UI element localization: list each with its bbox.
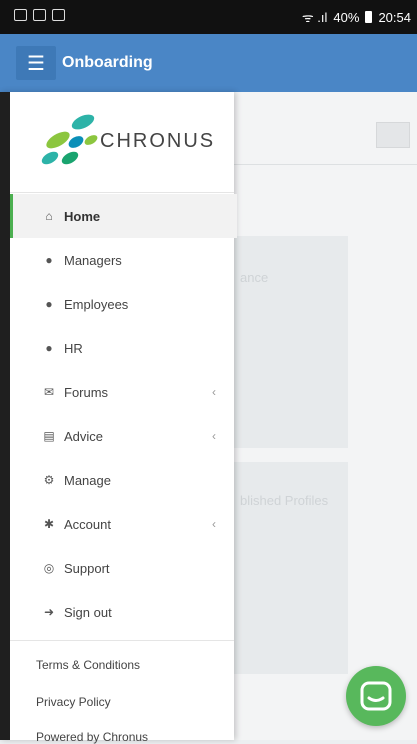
terms-link[interactable]: Terms & Conditions [36, 658, 140, 672]
background-dropdown-button[interactable] [376, 122, 410, 148]
logo-area: CHRONUS [10, 92, 234, 193]
nav-label: Support [64, 560, 110, 576]
battery-icon [365, 11, 373, 23]
background-card-text: blished Profiles [240, 493, 329, 508]
user-icon: ● [45, 341, 53, 355]
nav-item-sign-out[interactable]: ➜ Sign out [10, 590, 234, 634]
nav-label: Advice [64, 428, 104, 444]
comments-icon: ✉ [43, 385, 55, 399]
notification-icons [14, 9, 65, 21]
menu-button[interactable]: ☰ [16, 46, 56, 80]
logo-text: CHRONUS [100, 130, 216, 152]
user-icon: ● [45, 297, 53, 311]
gallery-icon [14, 9, 27, 21]
chronus-logo-icon [41, 114, 98, 165]
nav-label: Home [64, 208, 101, 224]
lifebuoy-icon: ◎ [43, 561, 55, 575]
cogs-icon: ⚙ [43, 473, 55, 487]
battery-percent: 40% [333, 9, 360, 25]
nav-label: Employees [64, 296, 129, 312]
background-card [234, 236, 348, 448]
clock: 20:54 [378, 9, 411, 25]
nav-item-support[interactable]: ◎ Support [10, 546, 234, 590]
chat-button[interactable] [346, 666, 406, 726]
nav-item-home[interactable]: ⌂ Home [10, 194, 237, 238]
background-card-text: ance [240, 270, 269, 285]
status-right: ᯤ .ıl 40% 20:54 [302, 8, 411, 26]
nav-label: Sign out [64, 604, 112, 620]
nav-item-forums[interactable]: ✉ Forums ‹ [10, 370, 234, 414]
status-bar: ᯤ .ıl 40% 20:54 [0, 0, 417, 34]
message-icon [52, 9, 65, 21]
chevron-left-icon: ‹ [212, 429, 216, 443]
nav-label: Account [64, 516, 111, 532]
sign-out-icon: ➜ [43, 605, 55, 619]
nav-item-account[interactable]: ✱ Account ‹ [10, 502, 234, 546]
mail-icon [33, 9, 46, 21]
nav-label: HR [64, 340, 83, 356]
app-bar: ☰ Onboarding [0, 34, 417, 92]
signal-icon: ᯤ .ıl [301, 10, 328, 25]
footer-divider [10, 640, 234, 641]
chevron-left-icon: ‹ [212, 517, 216, 531]
chevron-left-icon: ‹ [212, 385, 216, 399]
file-icon: ▤ [43, 429, 55, 443]
navigation-drawer: CHRONUS ⌂ Home ● Managers ● Employees ● … [0, 92, 237, 744]
gear-icon: ✱ [43, 517, 55, 531]
nav-label: Forums [64, 384, 109, 400]
chat-icon [360, 681, 392, 711]
user-icon: ● [45, 253, 53, 267]
nav-item-employees[interactable]: ● Employees [10, 282, 234, 326]
nav-item-advice[interactable]: ▤ Advice ‹ [10, 414, 234, 458]
privacy-link[interactable]: Privacy Policy [36, 695, 111, 709]
background-divider [234, 164, 417, 165]
app-title: Onboarding [62, 54, 153, 71]
powered-by-link[interactable]: Powered by Chronus [36, 730, 148, 744]
hamburger-icon: ☰ [27, 52, 45, 75]
nav-item-hr[interactable]: ● HR [10, 326, 234, 370]
nav-label: Managers [64, 252, 122, 268]
nav-label: Manage [64, 472, 111, 488]
home-icon: ⌂ [45, 209, 53, 223]
nav-item-managers[interactable]: ● Managers [10, 238, 234, 282]
nav-item-manage[interactable]: ⚙ Manage [10, 458, 234, 502]
